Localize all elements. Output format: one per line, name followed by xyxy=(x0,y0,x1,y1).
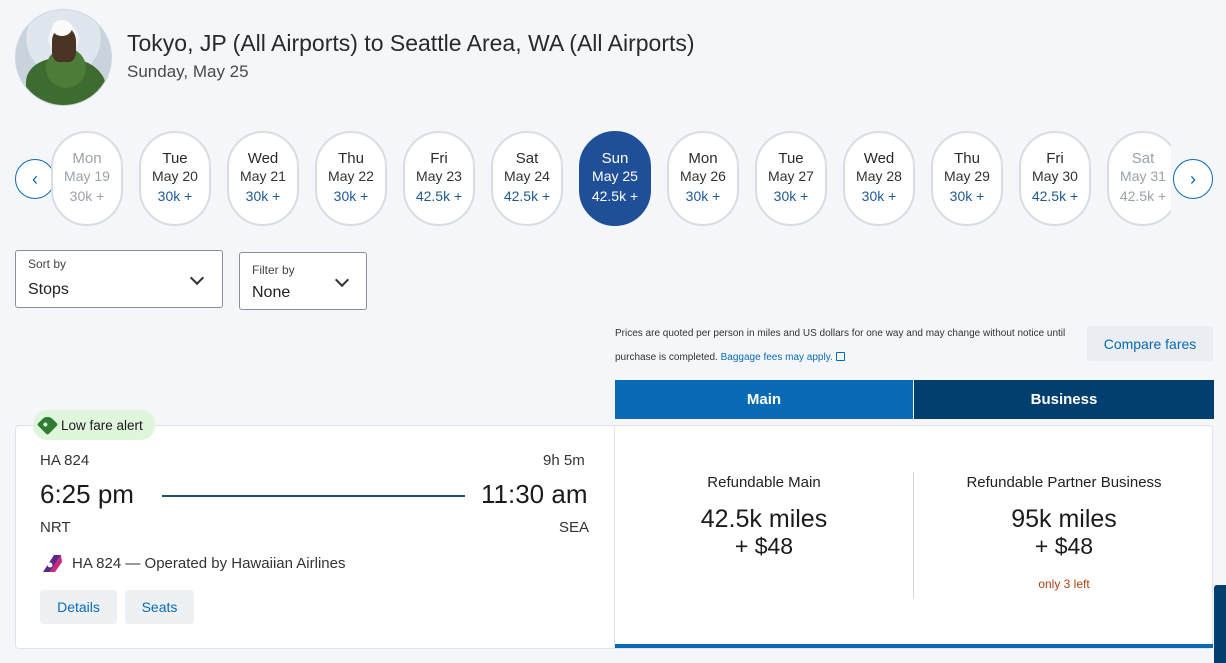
next-dates-button[interactable]: › xyxy=(1173,159,1213,199)
chevron-left-icon: ‹ xyxy=(32,168,38,189)
date-date: May 23 xyxy=(416,168,462,184)
route-line xyxy=(162,495,465,497)
date-day: Sun xyxy=(601,150,629,167)
date-date: May 22 xyxy=(328,168,374,184)
date-date: May 29 xyxy=(944,168,990,184)
date-option[interactable]: Mon May 19 30k + xyxy=(51,131,123,226)
date-option[interactable]: Wed May 28 30k + xyxy=(843,131,915,226)
date-option[interactable]: Tue May 20 30k + xyxy=(139,131,211,226)
date-date: May 31 xyxy=(1120,168,1166,184)
filter-select[interactable]: Filter by None xyxy=(239,252,367,310)
date-date: May 19 xyxy=(64,168,110,184)
flight-number: HA 824 xyxy=(40,452,90,469)
date-option[interactable]: Fri May 30 42.5k + xyxy=(1019,131,1091,226)
date-day: Tue xyxy=(778,150,804,167)
chevron-down-icon xyxy=(334,272,350,288)
fare-option-business[interactable]: Refundable Partner Business 95k miles + … xyxy=(914,474,1214,591)
page-title: Tokyo, JP (All Airports) to Seattle Area… xyxy=(127,30,695,56)
previous-dates-button[interactable]: ‹ xyxy=(15,159,55,199)
sort-label: Sort by xyxy=(28,257,67,271)
date-option[interactable]: Sun May 25 42.5k + xyxy=(579,131,651,226)
date-day: Wed xyxy=(247,150,279,167)
chevron-right-icon: › xyxy=(1190,168,1196,189)
date-option[interactable]: Thu May 22 30k + xyxy=(315,131,387,226)
date-day: Mon xyxy=(688,150,718,167)
tab-main[interactable]: Main xyxy=(615,380,913,419)
date-day: Thu xyxy=(954,150,980,167)
date-price: 30k + xyxy=(157,188,193,204)
date-strip: Mon May 19 30k + Tue May 20 30k + Wed Ma… xyxy=(51,131,1171,227)
price-notice: Prices are quoted per person in miles an… xyxy=(615,322,1080,370)
avatar xyxy=(15,9,112,106)
details-button[interactable]: Details xyxy=(40,590,117,624)
date-price: 42.5k + xyxy=(591,188,639,204)
external-link-icon xyxy=(835,352,845,361)
date-price: 42.5k + xyxy=(415,188,463,204)
date-day: Sat xyxy=(1131,150,1155,167)
filter-label: Filter by xyxy=(252,263,295,277)
date-price: 30k + xyxy=(685,188,721,204)
sort-select[interactable]: Sort by Stops xyxy=(15,250,223,308)
date-price: 30k + xyxy=(773,188,809,204)
filter-value: None xyxy=(252,284,291,301)
date-date: May 28 xyxy=(856,168,902,184)
date-price: 30k + xyxy=(245,188,281,204)
fare-tax: + $48 xyxy=(1034,533,1094,559)
date-day: Fri xyxy=(1046,150,1064,167)
date-price: 30k + xyxy=(949,188,985,204)
date-price: 30k + xyxy=(333,188,369,204)
travel-date: Sunday, May 25 xyxy=(127,62,249,81)
low-fare-badge: Low fare alert xyxy=(33,410,155,440)
badge-label: Low fare alert xyxy=(61,417,143,433)
date-day: Fri xyxy=(430,150,448,167)
fare-name: Refundable Partner Business xyxy=(966,474,1162,491)
date-day: Tue xyxy=(162,150,188,167)
date-option[interactable]: Fri May 23 42.5k + xyxy=(403,131,475,226)
date-option[interactable]: Sat May 31 42.5k + xyxy=(1107,131,1171,226)
fare-selection-bar xyxy=(615,644,1213,648)
date-price: 42.5k + xyxy=(1119,188,1167,204)
hawaiian-airlines-logo-icon xyxy=(43,555,62,572)
date-price: 30k + xyxy=(861,188,897,204)
fare-miles: 42.5k miles xyxy=(700,505,828,533)
feedback-tab[interactable] xyxy=(1214,585,1226,663)
fare-miles: 95k miles xyxy=(1011,505,1117,533)
fare-option-main[interactable]: Refundable Main 42.5k miles + $48 xyxy=(615,474,913,559)
date-date: May 21 xyxy=(240,168,286,184)
seats-left: only 3 left xyxy=(1038,577,1090,591)
sort-value: Stops xyxy=(28,281,69,298)
date-day: Thu xyxy=(338,150,364,167)
date-price: 42.5k + xyxy=(503,188,551,204)
date-price: 42.5k + xyxy=(1031,188,1079,204)
arrival-time: 11:30 am xyxy=(481,479,588,509)
date-date: May 20 xyxy=(152,168,198,184)
date-date: May 27 xyxy=(768,168,814,184)
date-price: 30k + xyxy=(69,188,105,204)
flight-duration: 9h 5m xyxy=(543,452,585,469)
date-date: May 24 xyxy=(504,168,550,184)
arrival-airport: SEA xyxy=(559,519,590,536)
date-date: May 26 xyxy=(680,168,726,184)
fare-name: Refundable Main xyxy=(707,474,821,491)
date-date: May 25 xyxy=(592,168,638,184)
date-option[interactable]: Sat May 24 42.5k + xyxy=(491,131,563,226)
chevron-down-icon xyxy=(189,270,205,286)
date-day: Sat xyxy=(515,150,539,167)
operated-by: HA 824 — Operated by Hawaiian Airlines xyxy=(72,555,346,572)
date-date: May 30 xyxy=(1032,168,1078,184)
date-day: Wed xyxy=(863,150,895,167)
tab-business[interactable]: Business xyxy=(914,380,1214,419)
seats-button[interactable]: Seats xyxy=(125,590,194,624)
date-day: Mon xyxy=(72,150,102,167)
date-option[interactable]: Mon May 26 30k + xyxy=(667,131,739,226)
date-option[interactable]: Wed May 21 30k + xyxy=(227,131,299,226)
baggage-fees-link[interactable]: Baggage fees may apply. xyxy=(721,352,833,363)
date-option[interactable]: Thu May 29 30k + xyxy=(931,131,1003,226)
departure-airport: NRT xyxy=(40,519,71,536)
date-option[interactable]: Tue May 27 30k + xyxy=(755,131,827,226)
departure-time: 6:25 pm xyxy=(40,479,134,509)
tag-icon xyxy=(36,413,59,436)
compare-fares-button[interactable]: Compare fares xyxy=(1087,326,1213,361)
fare-tax: + $48 xyxy=(734,533,794,559)
